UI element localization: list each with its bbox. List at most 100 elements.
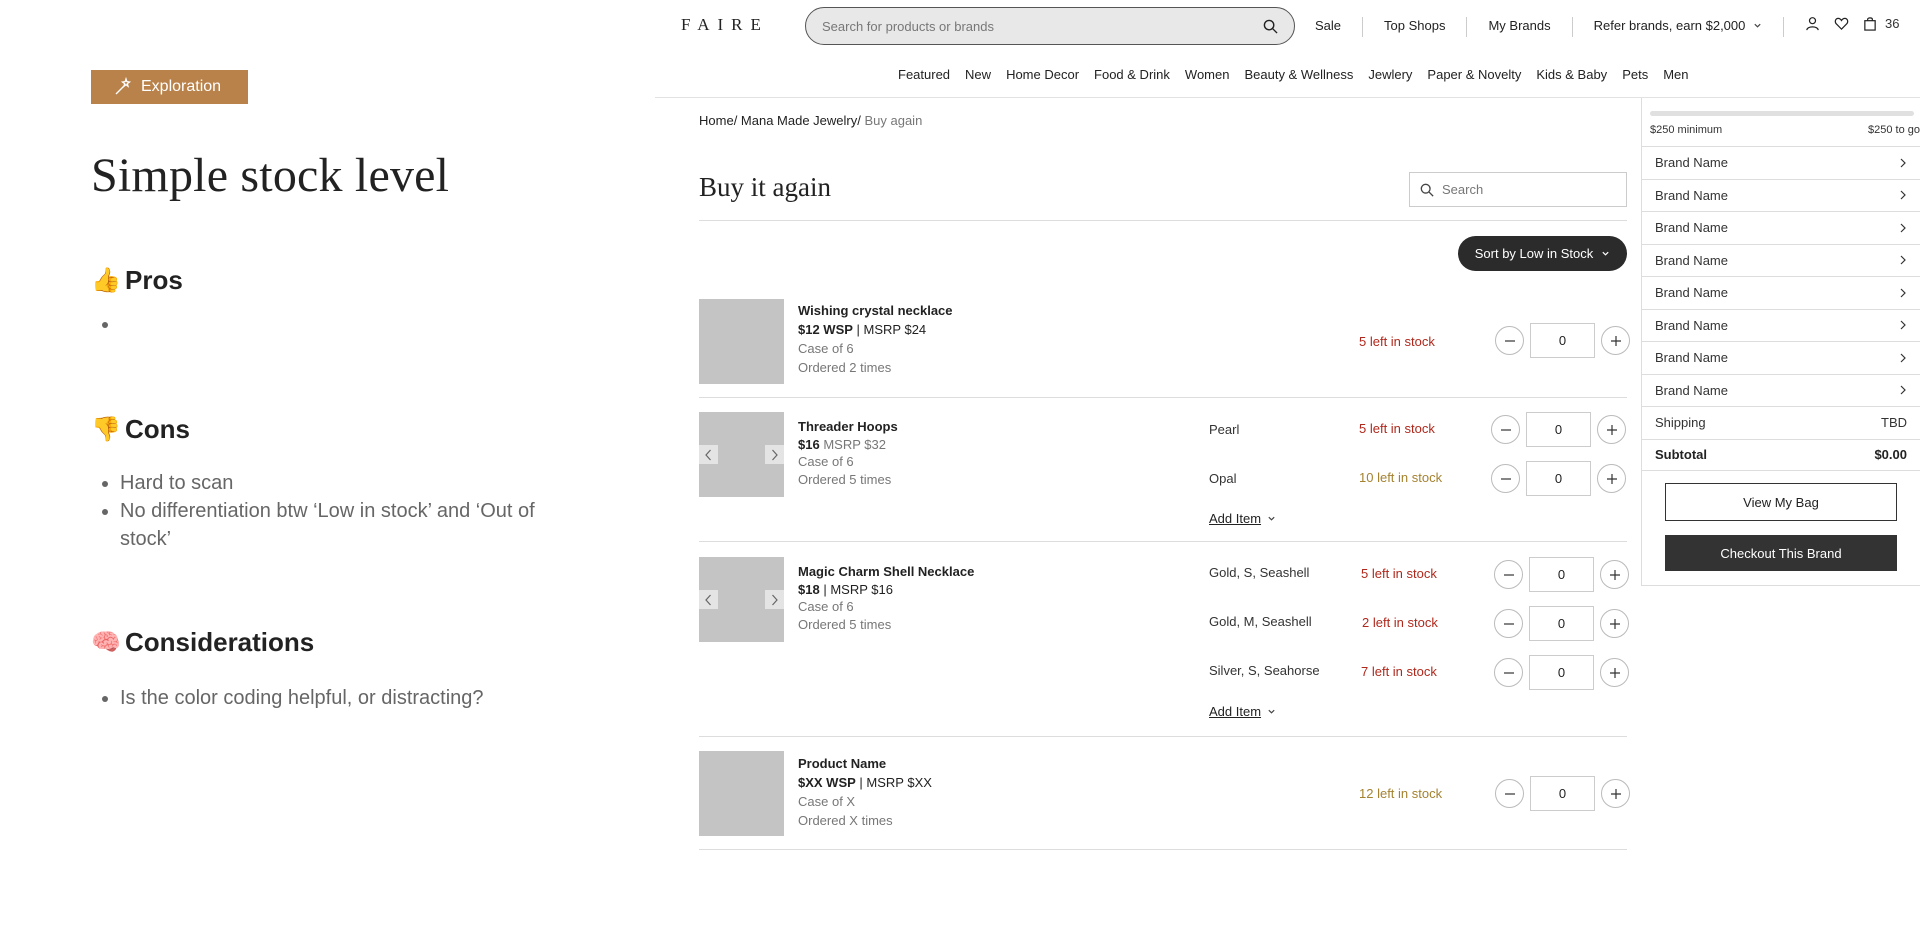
cart-brand-row[interactable]: Brand Name [1642,243,1920,277]
cart-brand-row[interactable]: Brand Name [1642,178,1920,212]
quantity-input[interactable]: 0 [1526,461,1591,496]
image-prev-button[interactable] [699,590,718,609]
product-row: Threader Hoops $16 MSRP $32 Case of 6 Or… [699,412,1627,542]
divider [699,220,1627,221]
increment-button[interactable] [1600,609,1629,638]
cat-pets[interactable]: Pets [1622,67,1648,82]
considerations-list: Is the color coding helpful, or distract… [120,684,561,712]
quantity-input[interactable]: 0 [1530,323,1595,358]
product-case: Case of 6 [798,599,854,614]
cart-brand-row[interactable]: Brand Name [1642,308,1920,342]
chevron-right-icon [772,594,778,605]
user-icon[interactable] [1805,16,1820,31]
plus-icon [1606,473,1617,484]
cart-brand-row[interactable]: Brand Name [1642,146,1920,179]
quantity-input[interactable]: 0 [1530,776,1595,811]
breadcrumb-home[interactable]: Home [699,113,734,128]
minimum-info: $250 minimum $250 to go [1650,124,1920,136]
product-name[interactable]: Wishing crystal necklace [798,301,953,320]
decrement-button[interactable] [1495,326,1524,355]
quantity-input[interactable]: 0 [1529,557,1594,592]
decrement-button[interactable] [1494,560,1523,589]
add-item-button[interactable]: Add Item [1209,704,1276,719]
product-name[interactable]: Magic Charm Shell Necklace [798,563,974,581]
plus-icon [1609,667,1620,678]
cons-section: 👎Cons Hard to scan No differentiation bt… [91,414,561,553]
cat-food-drink[interactable]: Food & Drink [1094,67,1170,82]
subtotal-value: $0.00 [1874,447,1907,463]
chevron-down-icon [1268,516,1275,521]
breadcrumb-brand[interactable]: Mana Made Jewelry [741,113,857,128]
chevron-left-icon [705,594,711,605]
page-title: Buy it again [699,172,831,202]
breadcrumb-current: Buy again [864,113,923,128]
add-item-button[interactable]: Add Item [1209,511,1276,526]
product-image[interactable] [699,412,784,497]
cat-kids-baby[interactable]: Kids & Baby [1536,67,1607,82]
global-search-input[interactable]: Search for products or brands [805,7,1295,45]
buy-again-search-input[interactable]: Search [1409,172,1627,207]
increment-button[interactable] [1597,415,1626,444]
image-next-button[interactable] [765,590,784,609]
nav-top-shops[interactable]: Top Shops [1363,17,1468,37]
decrement-button[interactable] [1494,609,1523,638]
decrement-button[interactable] [1491,464,1520,493]
cart-button[interactable]: 36 [1863,16,1899,31]
chevron-right-icon [1900,223,1906,233]
heart-icon[interactable] [1834,16,1849,31]
cart-brand-row[interactable]: Brand Name [1642,341,1920,374]
to-go-label: $250 to go [1868,124,1920,136]
search-icon[interactable] [1263,19,1278,34]
product-info: Magic Charm Shell Necklace $18 | MSRP $1… [798,563,974,633]
cat-home-decor[interactable]: Home Decor [1006,67,1079,82]
stock-status: 10 left in stock [1359,470,1443,485]
cat-jewelry[interactable]: Jewlery [1368,67,1412,82]
cart-brand-row[interactable]: Brand Name [1642,211,1920,244]
decrement-button[interactable] [1491,415,1520,444]
product-price: $16 MSRP $32 [798,436,886,452]
quantity-input[interactable]: 0 [1526,412,1591,447]
thumbs-down-icon: 👎 [91,416,121,443]
increment-button[interactable] [1600,560,1629,589]
product-name[interactable]: Threader Hoops [798,418,898,436]
cat-new[interactable]: New [965,67,991,82]
product-image[interactable] [699,751,784,836]
cart-brand-row[interactable]: Brand Name [1642,276,1920,309]
checkout-button[interactable]: Checkout This Brand [1665,535,1897,571]
view-bag-button[interactable]: View My Bag [1665,483,1897,521]
image-prev-button[interactable] [699,445,718,464]
cat-women[interactable]: Women [1185,67,1230,82]
shipping-value: TBD [1881,415,1907,431]
minimum-progress-bar [1650,111,1914,116]
decrement-button[interactable] [1494,658,1523,687]
cat-paper-novelty[interactable]: Paper & Novelty [1427,67,1521,82]
increment-button[interactable] [1601,779,1630,808]
quantity-input[interactable]: 0 [1529,606,1594,641]
shipping-label: Shipping [1655,415,1706,431]
increment-button[interactable] [1600,658,1629,687]
increment-button[interactable] [1597,464,1626,493]
sort-dropdown[interactable]: Sort by Low in Stock [1458,236,1627,271]
nav-sale[interactable]: Sale [1315,17,1364,37]
category-nav: Featured New Home Decor Food & Drink Wom… [898,67,1689,82]
product-case: Case of 6 [798,454,854,469]
nav-refer-brands[interactable]: Refer brands, earn $2,000 [1573,17,1785,37]
faire-logo[interactable]: FAIRE [681,15,769,35]
quantity-input[interactable]: 0 [1529,655,1594,690]
nav-my-brands[interactable]: My Brands [1467,17,1573,37]
decrement-button[interactable] [1495,779,1524,808]
chevron-right-icon [1900,158,1906,168]
increment-button[interactable] [1601,326,1630,355]
quantity-stepper: 0 [1494,655,1629,690]
pros-section: 👍 Pros [91,265,561,338]
product-image[interactable] [699,557,784,642]
image-next-button[interactable] [765,445,784,464]
cat-featured[interactable]: Featured [898,67,950,82]
product-image[interactable] [699,299,784,384]
stock-status: 5 left in stock [1359,334,1435,349]
cart-brand-row[interactable]: Brand Name [1642,373,1920,407]
product-info: Threader Hoops $16 MSRP $32 Case of 6 Or… [798,418,898,488]
cat-men[interactable]: Men [1663,67,1688,82]
cat-beauty-wellness[interactable]: Beauty & Wellness [1244,67,1353,82]
product-name[interactable]: Product Name [798,754,932,773]
